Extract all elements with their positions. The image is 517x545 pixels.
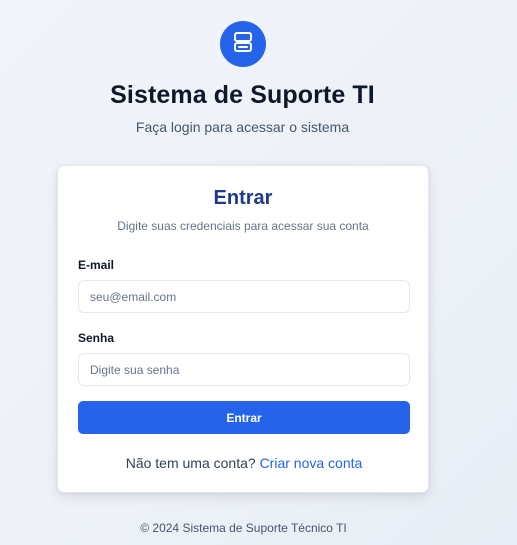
login-card-subtitle: Digite suas credenciais para acessar sua… (117, 219, 369, 233)
footer-copyright: © 2024 Sistema de Suporte Técnico TI (140, 521, 347, 535)
login-card-title: Entrar (213, 187, 273, 209)
server-icon (231, 30, 255, 59)
app-subtitle: Faça login para acessar o sistema (135, 119, 350, 135)
password-label: Senha (78, 331, 115, 345)
app-logo (220, 21, 266, 67)
email-label: E-mail (78, 258, 115, 272)
password-field[interactable] (78, 353, 410, 386)
app-title: Sistema de Suporte TI (110, 81, 375, 109)
login-card: Entrar Digite suas credenciais para aces… (57, 165, 429, 493)
signup-prompt-text: Não tem uma conta? (125, 455, 256, 471)
create-account-link[interactable]: Criar nova conta (260, 455, 363, 471)
login-button[interactable]: Entrar (78, 401, 410, 434)
signup-prompt-row: Não tem uma conta? Criar nova conta (58, 455, 430, 471)
email-field[interactable] (78, 280, 410, 313)
